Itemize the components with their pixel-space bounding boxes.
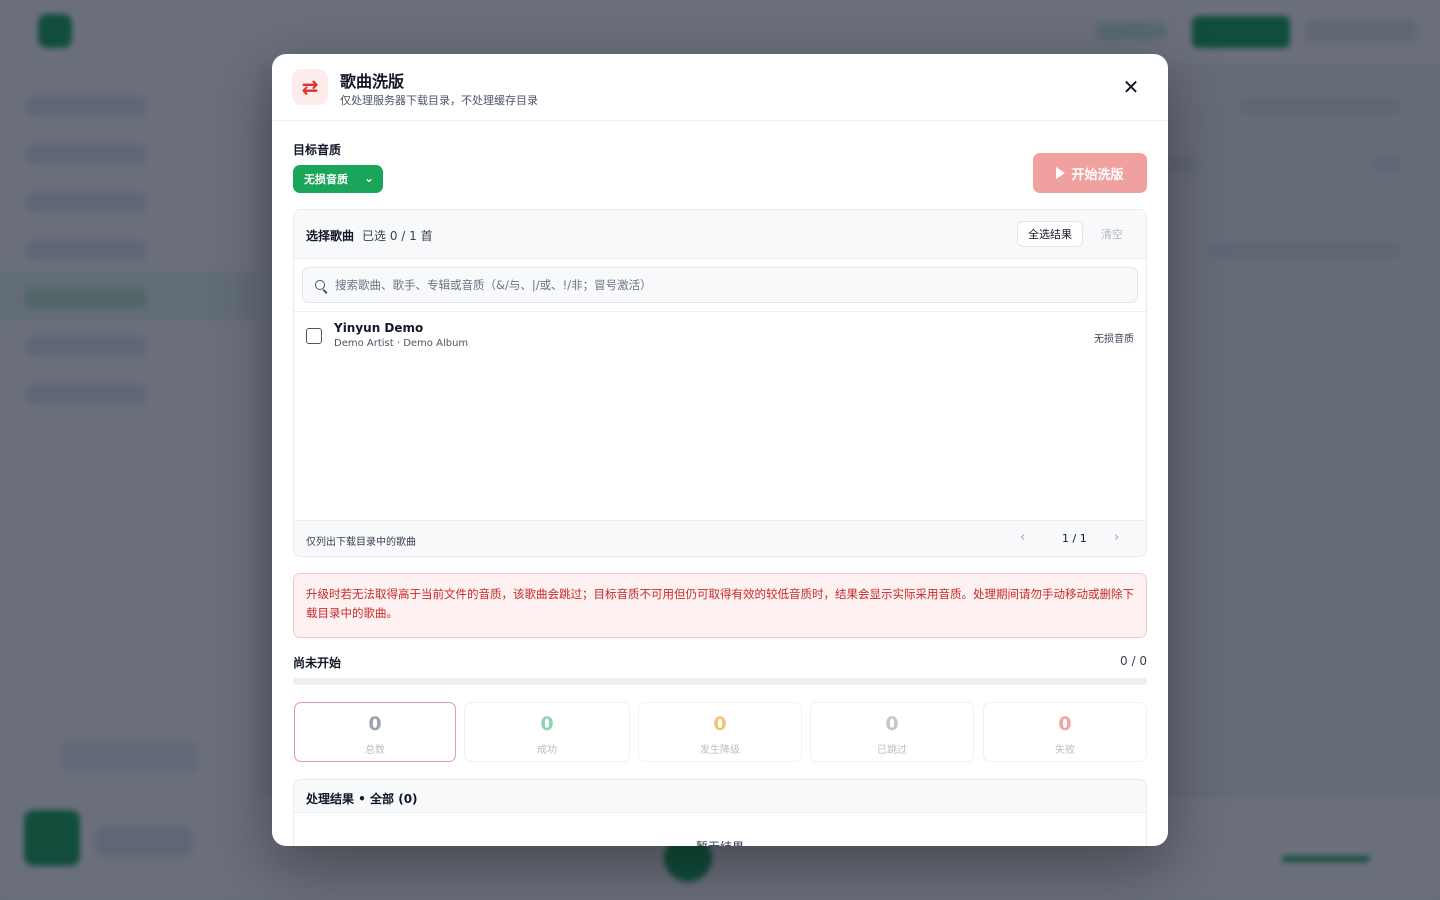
footer-note: 仅列出下载目录中的歌曲 [306,537,416,548]
swap-arrows-icon: ⇄ [292,69,328,105]
song-select-panel: 选择歌曲 已选 0 / 1 首 全选结果 清空 Yinyun Demo Demo… [293,209,1147,557]
select-all-button[interactable]: 全选结果 [1017,221,1083,247]
stat-downgraded[interactable]: 0 发生降级 [638,702,802,762]
results-empty: 暂无结果 [294,838,1146,846]
song-panel-footer: 仅列出下载目录中的歌曲 ‹ 1 / 1 › [294,520,1146,556]
results-title: 处理结果 • 全部 (0) [306,792,418,806]
song-checkbox[interactable] [306,328,322,344]
stat-value: 0 [885,713,899,735]
stat-label: 已跳过 [877,745,907,756]
stat-value: 0 [1058,713,1072,735]
progress-bar [293,678,1147,685]
stat-label: 发生降级 [700,745,740,756]
stat-value: 0 [368,713,382,735]
stat-failed[interactable]: 0 失败 [983,702,1147,762]
play-icon [1056,167,1066,179]
selected-count: 已选 0 / 1 首 [362,229,433,243]
stat-success[interactable]: 0 成功 [464,702,630,762]
start-wash-label: 开始洗版 [1071,167,1124,183]
search-box [302,267,1138,303]
search-input[interactable] [335,268,1131,302]
results-header: 处理结果 • 全部 (0) [294,780,1146,813]
chevron-right-icon[interactable]: › [1114,530,1119,545]
chevron-left-icon[interactable]: ‹ [1020,530,1025,545]
modal-header: ⇄ 歌曲洗版 仅处理服务器下载目录，不处理缓存目录 ✕ [272,54,1168,121]
song-meta: Demo Artist · Demo Album [334,338,469,349]
progress-status: 尚未开始 [293,656,342,670]
stat-total[interactable]: 0 总数 [294,702,456,762]
close-icon[interactable]: ✕ [1120,75,1142,99]
song-panel-header: 选择歌曲 已选 0 / 1 首 全选结果 清空 [294,210,1146,259]
stat-label: 失败 [1055,745,1075,756]
warning-notice: 升级时若无法取得高于当前文件的音质，该歌曲会跳过；目标音质不可用但仍可取得有效的… [293,573,1147,638]
results-panel: 处理结果 • 全部 (0) 暂无结果 [293,779,1147,846]
quality-select[interactable]: 无损音质 ⌄ [293,165,383,193]
quality-selected-value: 无损音质 [304,173,348,186]
modal-title: 歌曲洗版 [340,72,405,91]
quality-label: 目标音质 [293,143,342,157]
song-quality: 无损音质 [1094,334,1134,345]
wash-modal: ⇄ 歌曲洗版 仅处理服务器下载目录，不处理缓存目录 ✕ 目标音质 无损音质 ⌄ … [272,54,1168,846]
pager-text: 1 / 1 [1062,532,1087,545]
stat-value: 0 [713,713,727,735]
song-row[interactable]: Yinyun Demo Demo Artist · Demo Album 无损音… [294,312,1146,360]
stat-label: 成功 [537,745,557,756]
search-icon [315,280,325,290]
start-wash-button[interactable]: 开始洗版 [1033,153,1147,193]
chevron-down-icon: ⌄ [363,171,374,185]
progress-count: 0 / 0 [1120,654,1147,668]
clear-button[interactable]: 清空 [1091,221,1133,247]
song-title: Yinyun Demo [334,321,424,335]
song-panel-title: 选择歌曲 [306,229,355,243]
stat-label: 总数 [365,745,385,756]
stat-skipped[interactable]: 0 已跳过 [810,702,974,762]
modal-subtitle: 仅处理服务器下载目录，不处理缓存目录 [340,94,538,107]
stat-value: 0 [540,713,554,735]
